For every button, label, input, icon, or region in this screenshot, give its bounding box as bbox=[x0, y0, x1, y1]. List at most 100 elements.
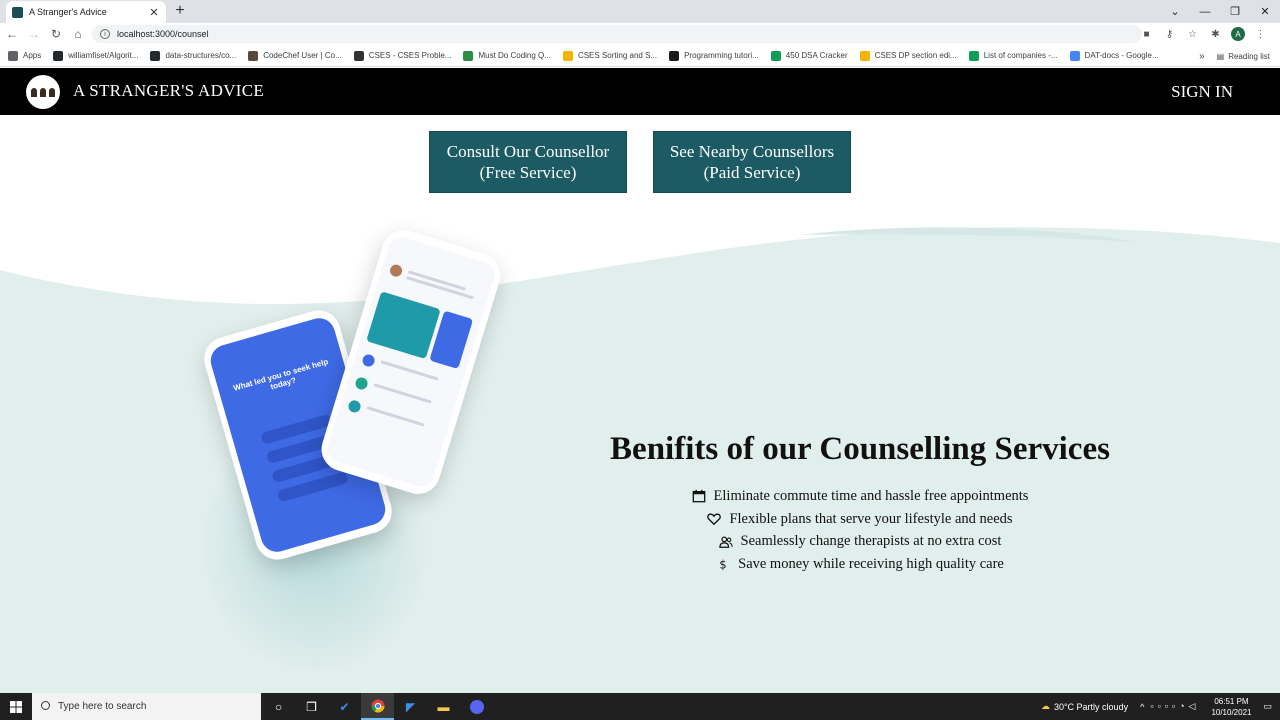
benefit-item: Eliminate commute time and hassle free a… bbox=[560, 485, 1160, 508]
bookmark-label: williamfiset/Algorit... bbox=[68, 51, 139, 60]
tab-search-icon[interactable]: ⌄ bbox=[1160, 5, 1190, 18]
address-bar-row: ← → ↻ ⌂ i localhost:3000/counsel ■ ⚷ ☆ ✱… bbox=[0, 23, 1280, 45]
bookmark-item[interactable]: CSES Sorting and S... bbox=[562, 50, 658, 61]
site-navbar: A STRANGER'S ADVICE SIGN IN bbox=[0, 68, 1280, 115]
bookmark-label: CSES Sorting and S... bbox=[577, 51, 658, 60]
cortana-icon[interactable]: ○ bbox=[262, 693, 295, 720]
bookmark-item[interactable]: CodeChef User | Co... bbox=[248, 50, 342, 61]
minimize-icon[interactable]: — bbox=[1190, 6, 1220, 18]
bookmark-favicon-icon bbox=[968, 50, 979, 61]
site-info-icon[interactable]: i bbox=[100, 29, 110, 39]
bookmark-label: CSES - CSES Proble... bbox=[368, 51, 452, 60]
forward-icon[interactable]: → bbox=[24, 27, 44, 41]
back-icon[interactable]: ← bbox=[2, 27, 22, 41]
benefit-item: Flexible plans that serve your lifestyle… bbox=[560, 508, 1160, 531]
phone-tool-icon bbox=[347, 398, 363, 414]
system-clock[interactable]: 06:51 PM 10/10/2021 bbox=[1211, 696, 1251, 718]
weather-icon[interactable]: ☁ bbox=[1041, 701, 1050, 712]
taskbar-search-box[interactable]: Type here to search bbox=[32, 693, 261, 720]
windows-taskbar: Type here to search ○ ❒ ✔ ◤ ▬ ☁ 30°C Par… bbox=[0, 693, 1280, 720]
users-icon bbox=[718, 536, 733, 548]
close-window-icon[interactable]: ✕ bbox=[1250, 5, 1280, 18]
phone-tool-icon bbox=[361, 353, 377, 369]
phone-tool-icon bbox=[354, 375, 370, 391]
bookmark-favicon-icon bbox=[463, 50, 474, 61]
bookmark-label: Programming tutori... bbox=[684, 51, 759, 60]
bookmark-label: Must Do Coding Q... bbox=[478, 51, 551, 60]
camera-icon[interactable]: ■ bbox=[1135, 29, 1158, 40]
site-logo[interactable] bbox=[26, 75, 60, 109]
home-icon[interactable]: ⌂ bbox=[68, 27, 88, 41]
phone-avatar bbox=[388, 263, 404, 279]
bookmark-label: DAT-docs - Google... bbox=[1084, 51, 1159, 60]
clock-time: 06:51 PM bbox=[1214, 696, 1249, 706]
bookmark-label: CSES DP section edi... bbox=[874, 51, 957, 60]
show-hidden-icons-icon[interactable]: ^ bbox=[1140, 702, 1144, 712]
start-button[interactable] bbox=[0, 693, 32, 720]
menu-icon[interactable]: ⋮ bbox=[1249, 29, 1272, 40]
benefit-text: Save money while receiving high quality … bbox=[738, 555, 1004, 572]
bookmark-item[interactable]: data-structures/co... bbox=[150, 50, 237, 61]
bookmark-label: 450 DSA Cracker bbox=[785, 51, 848, 60]
url-text: localhost:3000/counsel bbox=[117, 29, 209, 39]
consult-button-line1: Consult Our Counsellor bbox=[446, 142, 610, 161]
discord-app-icon[interactable] bbox=[460, 693, 493, 720]
bookmark-item[interactable]: DAT-docs - Google... bbox=[1069, 50, 1159, 61]
windows-logo-icon bbox=[10, 700, 22, 713]
search-icon bbox=[41, 701, 50, 710]
benefit-item: $ Save money while receiving high qualit… bbox=[560, 553, 1160, 576]
weather-text[interactable]: 30°C Partly cloudy bbox=[1054, 702, 1128, 712]
bookmark-favicon-icon bbox=[1069, 50, 1080, 61]
toolbar-icons: ■ ⚷ ☆ ✱ A ⋮ bbox=[1135, 23, 1272, 45]
nearby-button-line2: (Paid Service) bbox=[703, 163, 801, 182]
bookmark-item[interactable]: List of companies -... bbox=[968, 50, 1058, 61]
bookmark-favicon-icon bbox=[770, 50, 781, 61]
file-explorer-icon[interactable]: ▬ bbox=[427, 693, 460, 720]
bookmark-item[interactable]: Programming tutori... bbox=[669, 50, 759, 61]
reload-icon[interactable]: ↻ bbox=[46, 27, 66, 41]
reading-list-icon[interactable]: ▤ bbox=[1217, 52, 1225, 61]
vscode-app-icon[interactable]: ◤ bbox=[394, 693, 427, 720]
tray-icons[interactable]: ▫▫▫▫◔◁ bbox=[1150, 701, 1199, 712]
phone-text-line bbox=[373, 383, 432, 404]
clock-date: 10/10/2021 bbox=[1211, 707, 1252, 717]
browser-tab[interactable]: A Stranger's Advice ✕ bbox=[6, 1, 166, 23]
new-tab-button[interactable]: + bbox=[173, 2, 187, 20]
bookmark-item[interactable]: Must Do Coding Q... bbox=[463, 50, 551, 61]
nearby-counsellors-button[interactable]: See Nearby Counsellors (Paid Service) bbox=[653, 131, 851, 193]
todo-app-icon[interactable]: ✔ bbox=[328, 693, 361, 720]
task-view-icon[interactable]: ❒ bbox=[295, 693, 328, 720]
background-wave bbox=[0, 227, 1280, 693]
bookmark-favicon-icon bbox=[150, 50, 161, 61]
chrome-app-icon[interactable] bbox=[361, 693, 394, 720]
key-icon[interactable]: ⚷ bbox=[1158, 29, 1181, 40]
close-tab-icon[interactable]: ✕ bbox=[148, 6, 160, 19]
bookmark-item[interactable]: CSES DP section edi... bbox=[859, 50, 957, 61]
restore-icon[interactable]: ❐ bbox=[1220, 5, 1250, 18]
bookmark-item[interactable]: williamfiset/Algorit... bbox=[53, 50, 139, 61]
bookmarks-overflow-icon[interactable]: » bbox=[1199, 51, 1205, 62]
bookmark-favicon-icon bbox=[669, 50, 680, 61]
reading-list-label[interactable]: Reading list bbox=[1228, 52, 1270, 61]
bookmark-item[interactable]: Apps bbox=[8, 50, 42, 61]
bookmark-favicon-icon bbox=[353, 50, 364, 61]
benefits-list: Eliminate commute time and hassle free a… bbox=[560, 485, 1160, 576]
notifications-icon[interactable]: ▭ bbox=[1263, 701, 1272, 712]
url-bar[interactable]: i localhost:3000/counsel bbox=[92, 25, 1142, 43]
bookmark-label: Apps bbox=[23, 51, 42, 60]
bookmark-item[interactable]: CSES - CSES Proble... bbox=[353, 50, 452, 61]
consult-counsellor-button[interactable]: Consult Our Counsellor (Free Service) bbox=[429, 131, 627, 193]
window-controls: ⌄ — ❐ ✕ bbox=[1160, 0, 1280, 23]
brand-name[interactable]: A STRANGER'S ADVICE bbox=[73, 81, 264, 101]
logo-figures-icon bbox=[31, 87, 55, 97]
profile-avatar[interactable]: A bbox=[1231, 27, 1245, 41]
extensions-icon[interactable]: ✱ bbox=[1204, 29, 1227, 40]
bookmark-label: CodeChef User | Co... bbox=[263, 51, 342, 60]
bookmarks-right: » ▤ Reading list bbox=[1199, 45, 1270, 67]
taskbar-apps: ○ ❒ ✔ ◤ ▬ bbox=[262, 693, 493, 720]
bookmark-label: data-structures/co... bbox=[165, 51, 237, 60]
tab-title: A Stranger's Advice bbox=[29, 7, 107, 17]
bookmark-item[interactable]: 450 DSA Cracker bbox=[770, 50, 848, 61]
star-icon[interactable]: ☆ bbox=[1181, 29, 1204, 40]
sign-in-link[interactable]: SIGN IN bbox=[1171, 82, 1233, 102]
